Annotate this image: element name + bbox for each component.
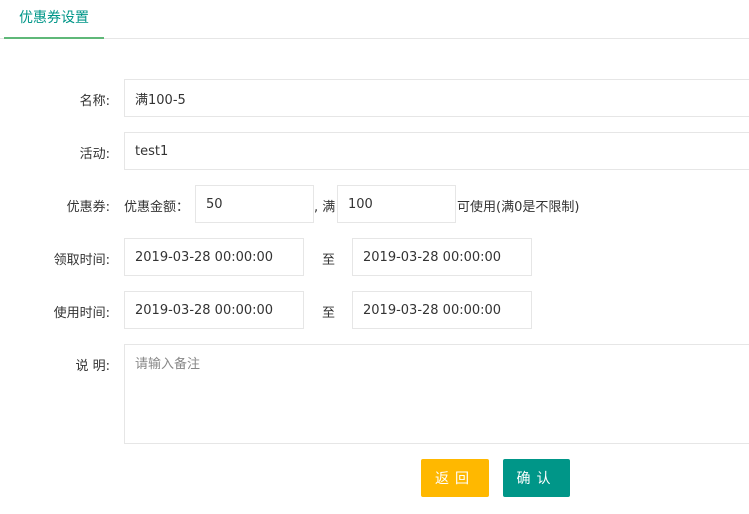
description-textarea[interactable] — [124, 344, 749, 444]
coupon-label: 优惠券: — [66, 200, 110, 215]
coupon-separator: , 满 — [314, 200, 336, 215]
back-button[interactable]: 返回 — [421, 459, 489, 497]
confirm-button[interactable]: 确认 — [503, 459, 570, 497]
description-label: 说 明: — [75, 359, 110, 374]
receive-time-label: 领取时间: — [53, 253, 110, 268]
coupon-threshold-input[interactable] — [337, 185, 456, 223]
coupon-amount-input[interactable] — [195, 185, 314, 223]
tab-coupon-settings[interactable]: 优惠券设置 — [4, 0, 104, 39]
receive-time-end-input[interactable] — [352, 238, 532, 276]
receive-time-to: 至 — [322, 253, 336, 268]
tab-bar: 优惠券设置 — [0, 0, 749, 39]
activity-label: 活动: — [79, 147, 110, 162]
use-time-end-input[interactable] — [352, 291, 532, 329]
coupon-amount-label: 优惠金额： — [124, 200, 190, 215]
activity-input[interactable] — [124, 132, 749, 170]
use-time-start-input[interactable] — [124, 291, 304, 329]
name-label: 名称: — [79, 94, 110, 109]
use-time-to: 至 — [322, 306, 336, 321]
name-input[interactable] — [124, 79, 749, 117]
receive-time-start-input[interactable] — [124, 238, 304, 276]
coupon-suffix: 可使用(满0是不限制) — [457, 200, 580, 215]
use-time-label: 使用时间: — [53, 306, 110, 321]
